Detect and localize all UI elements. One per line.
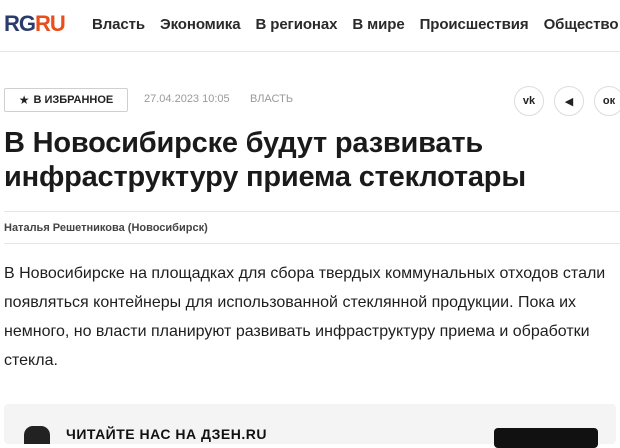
favorites-label: В ИЗБРАННОЕ [33,94,114,106]
vk-icon: vk [522,95,536,107]
logo-rg: RG [4,11,36,36]
share-vk-button[interactable]: vk [514,86,544,116]
article-author[interactable]: Наталья Решетникова (Новосибирск) [4,222,208,234]
odnoklassniki-icon: ок [602,95,616,107]
nav-item-obshchestvo[interactable]: Общество [544,16,619,33]
divider [4,243,620,244]
article-title: В Новосибирске будут развивать инфрастру… [4,127,526,193]
nav-item-ekonomika[interactable]: Экономика [160,16,241,33]
share-ok-button[interactable]: ок [594,86,620,116]
publish-date: 27.04.2023 10:05 [144,93,230,105]
dzen-promo[interactable]: ЧИТАЙТЕ НАС НА ДЗЕН.RU [4,404,616,448]
site-header: RGRU Власть Экономика В регионах В мире … [0,0,620,52]
nav-item-v-mire[interactable]: В мире [352,16,404,33]
dzen-subscribe-button[interactable] [494,428,598,448]
article-rubric[interactable]: ВЛАСТЬ [250,93,293,105]
dzen-icon [24,426,50,444]
main-nav: Власть Экономика В регионах В мире Проис… [92,16,619,33]
nav-item-v-regionah[interactable]: В регионах [255,16,337,33]
star-icon: ★ [18,93,30,107]
logo-ru: RU [35,11,66,36]
nav-item-proisshestviya[interactable]: Происшествия [420,16,529,33]
nav-item-vlast[interactable]: Власть [92,16,145,33]
dzen-promo-text: ЧИТАЙТЕ НАС НА ДЗЕН.RU [66,426,267,442]
article-lead: В Новосибирске на площадках для сбора тв… [4,265,606,369]
site-logo[interactable]: RGRU [4,11,66,37]
telegram-icon: ◀ [564,95,574,108]
divider [4,211,620,212]
share-telegram-button[interactable]: ◀ [554,86,584,116]
add-to-favorites-button[interactable]: ★ В ИЗБРАННОЕ [4,88,128,112]
